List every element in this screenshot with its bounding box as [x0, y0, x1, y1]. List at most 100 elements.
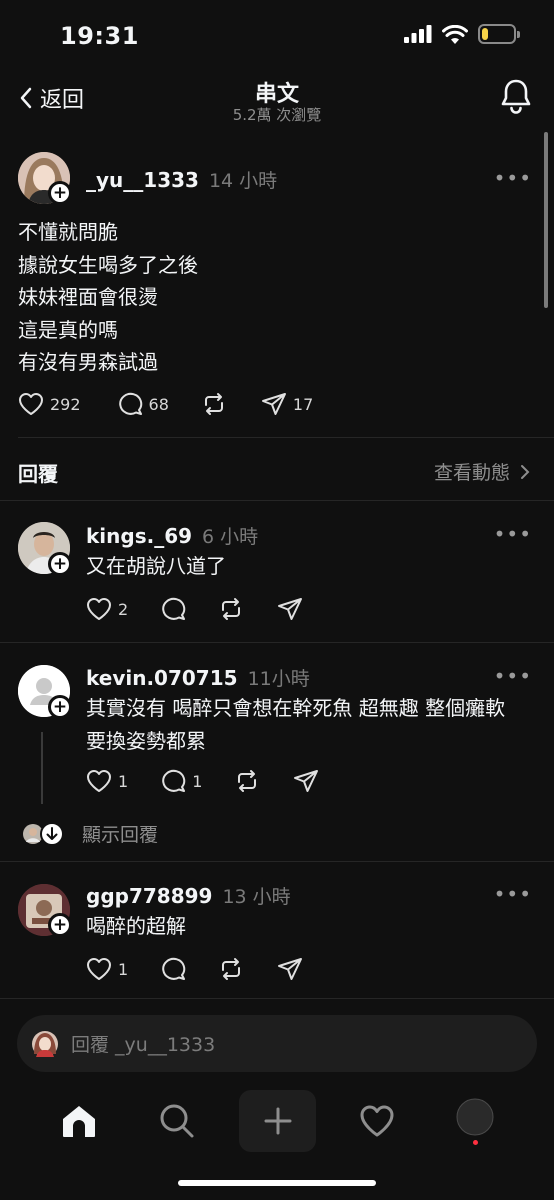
reply-text-line: 要換姿勢都累 [86, 728, 206, 753]
reply-actions: 2 [86, 597, 303, 621]
share-button[interactable] [293, 769, 319, 793]
comment-button[interactable] [160, 597, 186, 621]
thread-line [41, 732, 43, 804]
like-button[interactable]: 292 [18, 392, 81, 416]
post-body: 不懂就問脆 據說女生喝多了之後 妹妹裡面會很燙 這是真的嗎 有沒有男森試過 [18, 216, 198, 379]
reply-header: kevin.070715 11小時 [86, 664, 310, 691]
home-icon [63, 1106, 95, 1137]
repost-icon [204, 393, 223, 415]
home-indicator [178, 1180, 376, 1186]
scrollbar[interactable] [544, 132, 548, 308]
tab-bar [0, 1086, 554, 1156]
status-icons [404, 24, 520, 44]
comment-icon [162, 597, 186, 620]
view-count: 5.2萬 次瀏覽 [232, 106, 322, 124]
reply-more-icon[interactable]: ••• [494, 664, 532, 688]
notification-dot [472, 1139, 478, 1145]
post-actions: 292 68 17 [18, 392, 313, 416]
reply-time: 11小時 [247, 668, 310, 690]
comment-count: 1 [192, 771, 203, 791]
post-username[interactable]: _yu__1333 [86, 168, 199, 192]
reply-more-icon[interactable]: ••• [494, 882, 532, 906]
tab-profile[interactable] [454, 1086, 496, 1156]
reply-username[interactable]: kings._69 [86, 524, 192, 548]
divider [0, 642, 554, 643]
comment-button[interactable] [160, 957, 186, 981]
tab-search[interactable] [156, 1086, 198, 1156]
comment-button[interactable]: 68 [117, 392, 169, 416]
post-line: 不懂就問脆 [18, 220, 118, 244]
my-avatar-icon [32, 1030, 58, 1057]
like-button[interactable]: 2 [86, 597, 128, 621]
comment-button[interactable]: 1 [160, 769, 202, 793]
reply-text: 喝醉的超解 [86, 914, 186, 938]
divider [0, 998, 554, 999]
like-count: 1 [118, 959, 129, 979]
heart-icon [87, 770, 111, 792]
like-button[interactable]: 1 [86, 957, 128, 981]
repost-button[interactable] [218, 957, 244, 981]
post-time: 14 小時 [208, 170, 278, 192]
repost-button[interactable] [218, 597, 244, 621]
divider [0, 500, 554, 501]
heart-icon [360, 1105, 394, 1137]
share-button[interactable]: 17 [261, 392, 313, 416]
reply-more-icon[interactable]: ••• [494, 522, 532, 546]
tab-activity[interactable] [356, 1086, 398, 1156]
share-count: 17 [292, 394, 314, 414]
repost-button[interactable] [201, 392, 227, 416]
comment-icon [162, 769, 186, 792]
reply-input[interactable]: 回覆 _yu__1333 [17, 1015, 537, 1072]
post-header: _yu__1333 14 小時 [86, 166, 277, 193]
like-count: 1 [118, 771, 129, 791]
send-icon [261, 393, 286, 415]
like-button[interactable]: 1 [86, 769, 128, 793]
repost-icon [222, 598, 241, 620]
bell-icon [501, 79, 531, 114]
repost-button[interactable] [234, 769, 260, 793]
show-replies-label: 顯示回覆 [82, 824, 159, 846]
repost-icon [222, 958, 241, 980]
reply-time: 13 小時 [222, 886, 291, 908]
reply-actions: 1 [86, 957, 303, 981]
heart-icon [87, 598, 111, 620]
view-activity-label: 查看動態 [433, 462, 510, 484]
reply-text: 又在胡說八道了 [86, 554, 226, 578]
send-icon [278, 598, 303, 620]
reply-input-placeholder: 回覆 _yu__1333 [71, 1034, 216, 1056]
reply-username[interactable]: kevin.070715 [86, 666, 238, 690]
wifi-icon [442, 24, 468, 44]
heart-icon [19, 393, 43, 415]
send-icon [278, 958, 303, 980]
follow-plus-button[interactable]: + [48, 913, 72, 937]
reply-text-line: 其實沒有 喝醉只會想在幹死魚 超無趣 整個癱軟 [86, 696, 506, 720]
post-more-icon[interactable]: ••• [494, 166, 532, 190]
divider [18, 437, 554, 438]
like-count: 2 [118, 599, 129, 619]
arrow-down-icon [40, 821, 64, 846]
signal-icon [404, 25, 432, 43]
notification-button[interactable] [500, 78, 532, 118]
repost-icon [238, 770, 257, 792]
follow-plus-button[interactable]: + [48, 552, 72, 576]
tab-compose[interactable] [239, 1090, 316, 1152]
show-replies-button[interactable]: 顯示回覆 [22, 820, 158, 847]
replies-label: 回覆 [18, 462, 58, 486]
heart-icon [87, 958, 111, 980]
reply-time: 6 小時 [202, 526, 259, 548]
post-line: 有沒有男森試過 [18, 350, 158, 374]
reply-actions: 1 1 [86, 769, 319, 793]
follow-plus-button[interactable]: + [48, 181, 72, 205]
tab-home[interactable] [58, 1086, 100, 1156]
view-activity-link[interactable]: 查看動態 [434, 458, 530, 485]
share-button[interactable] [277, 597, 303, 621]
follow-plus-button[interactable]: + [48, 695, 72, 719]
comment-icon [118, 392, 142, 415]
plus-icon [264, 1107, 291, 1135]
like-count: 292 [50, 394, 81, 414]
reply-username[interactable]: ggp778899 [86, 884, 212, 908]
search-icon [160, 1104, 194, 1138]
comment-count: 68 [148, 394, 169, 414]
profile-icon [456, 1098, 494, 1135]
share-button[interactable] [277, 957, 303, 981]
